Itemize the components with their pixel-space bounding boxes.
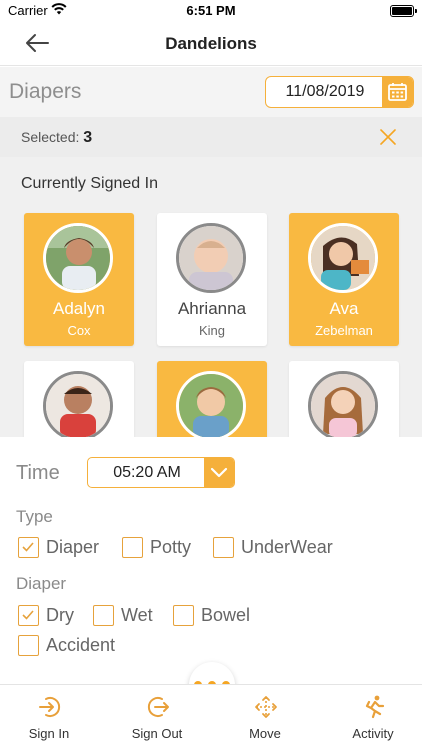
diaper-form: Time 05:20 AM Type Diaper Potty UnderWea… bbox=[0, 437, 422, 684]
close-icon[interactable] bbox=[378, 127, 398, 147]
calendar-icon bbox=[388, 83, 407, 101]
option-label: Diaper bbox=[46, 537, 100, 557]
tab-bar: Sign In Sign Out Move Activity bbox=[0, 684, 422, 750]
tab-label: Sign In bbox=[28, 726, 70, 741]
roster-grid: Currently Signed In Adalyn Cox Ahrianna … bbox=[0, 157, 422, 437]
time-value: 05:20 AM bbox=[113, 464, 181, 481]
child-card[interactable] bbox=[289, 361, 399, 437]
selection-bar: Selected: 3 bbox=[0, 117, 422, 157]
child-card[interactable] bbox=[24, 361, 134, 437]
avatar bbox=[43, 223, 113, 293]
checkbox[interactable] bbox=[173, 605, 194, 626]
tab-sign-in[interactable]: Sign In bbox=[7, 685, 91, 750]
chevron-down-icon bbox=[210, 467, 228, 478]
checkbox[interactable] bbox=[213, 537, 234, 558]
time-label: Time bbox=[16, 462, 60, 484]
battery-icon bbox=[390, 5, 417, 17]
type-option-potty[interactable]: Potty bbox=[122, 537, 207, 559]
child-card[interactable] bbox=[157, 361, 267, 437]
avatar bbox=[176, 223, 246, 293]
tab-label: Sign Out bbox=[131, 726, 183, 741]
type-option-underwear[interactable]: UnderWear bbox=[213, 537, 363, 559]
option-label: Potty bbox=[150, 537, 192, 557]
selected-summary: Selected: 3 bbox=[21, 129, 92, 147]
tab-label: Move bbox=[249, 726, 281, 741]
date-picker[interactable]: 11/08/2019 bbox=[265, 76, 414, 108]
child-first-name: Ava bbox=[329, 299, 359, 318]
child-card[interactable]: Ava Zebelman bbox=[289, 213, 399, 346]
section-header: Diapers 11/08/2019 bbox=[0, 67, 422, 117]
clock: 6:51 PM bbox=[186, 3, 236, 18]
child-last-name: Zebelman bbox=[315, 323, 373, 338]
date-value: 11/08/2019 bbox=[285, 83, 365, 100]
activity-runner-icon bbox=[365, 695, 385, 719]
child-card[interactable]: Ahrianna King bbox=[157, 213, 267, 346]
avatar bbox=[308, 223, 378, 293]
nav-bar: Dandelions bbox=[0, 22, 422, 66]
avatar bbox=[43, 371, 113, 437]
section-title: Diapers bbox=[9, 80, 82, 103]
option-label: Dry bbox=[46, 605, 74, 625]
child-last-name: Cox bbox=[67, 323, 91, 338]
diaper-option-wet[interactable]: Wet bbox=[93, 605, 168, 627]
checkbox[interactable] bbox=[18, 537, 39, 558]
move-icon bbox=[255, 696, 277, 718]
checkbox[interactable] bbox=[122, 537, 143, 558]
tab-activity[interactable]: Activity bbox=[331, 685, 415, 750]
diaper-option-bowel[interactable]: Bowel bbox=[173, 605, 268, 627]
sign-in-icon bbox=[39, 697, 61, 717]
tab-move[interactable]: Move bbox=[223, 685, 307, 750]
selected-count: 3 bbox=[83, 129, 93, 146]
checkbox[interactable] bbox=[18, 605, 39, 626]
diaper-option-accident[interactable]: Accident bbox=[18, 635, 133, 657]
diaper-option-dry[interactable]: Dry bbox=[18, 605, 88, 627]
avatar bbox=[308, 371, 378, 437]
checkmark-icon bbox=[22, 542, 34, 552]
child-last-name: King bbox=[198, 323, 226, 338]
sign-out-icon bbox=[147, 697, 169, 717]
child-first-name: Adalyn bbox=[53, 299, 105, 318]
time-dropdown-button[interactable] bbox=[204, 458, 234, 487]
option-label: UnderWear bbox=[241, 537, 333, 557]
type-option-diaper[interactable]: Diaper bbox=[18, 537, 113, 559]
selected-label: Selected: bbox=[21, 129, 80, 145]
roster-heading: Currently Signed In bbox=[21, 175, 158, 192]
checkbox[interactable] bbox=[93, 605, 114, 626]
page-title: Dandelions bbox=[165, 34, 257, 53]
child-first-name: Ahrianna bbox=[177, 299, 247, 318]
status-bar: Carrier 6:51 PM bbox=[0, 0, 422, 22]
tab-label: Activity bbox=[352, 726, 394, 741]
checkbox[interactable] bbox=[18, 635, 39, 656]
diaper-title: Diaper bbox=[16, 574, 67, 593]
time-picker[interactable]: 05:20 AM bbox=[87, 457, 235, 488]
avatar bbox=[176, 371, 246, 437]
type-title: Type bbox=[16, 507, 53, 526]
option-label: Wet bbox=[121, 605, 153, 625]
option-label: Accident bbox=[46, 635, 116, 655]
checkmark-icon bbox=[22, 610, 34, 620]
calendar-button[interactable] bbox=[382, 77, 413, 107]
tab-sign-out[interactable]: Sign Out bbox=[115, 685, 199, 750]
child-card[interactable]: Adalyn Cox bbox=[24, 213, 134, 346]
option-label: Bowel bbox=[201, 605, 251, 625]
